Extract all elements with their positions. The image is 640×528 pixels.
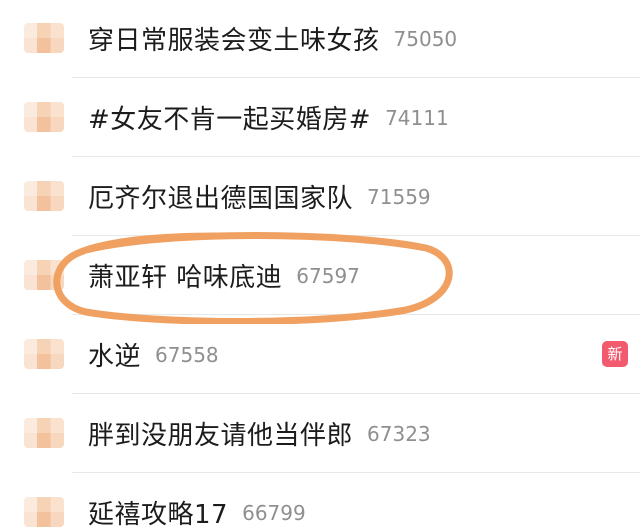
list-item-title-line: 胖到没朋友请他当伴郎 67323 xyxy=(88,394,431,473)
topic-count: 71559 xyxy=(367,184,431,209)
list-item[interactable]: 穿日常服装会变土味女孩 75050 xyxy=(0,0,640,78)
topic-count: 66799 xyxy=(242,500,306,525)
topic-count: 67558 xyxy=(155,342,219,367)
list-item[interactable]: 胖到没朋友请他当伴郎 67323 xyxy=(0,394,640,473)
topic-title[interactable]: 胖到没朋友请他当伴郎 xyxy=(88,415,353,452)
topic-count: 67597 xyxy=(296,263,360,288)
topic-title[interactable]: #女友不肯一起买婚房# xyxy=(88,99,371,136)
topic-title[interactable]: 水逆 xyxy=(88,336,141,373)
list-item[interactable]: #女友不肯一起买婚房# 74111 xyxy=(0,78,640,157)
list-item[interactable]: 延禧攻略17 66799 xyxy=(0,473,640,528)
rank-icon xyxy=(24,260,64,290)
rank-icon xyxy=(24,23,64,53)
hot-search-list: 穿日常服装会变土味女孩 75050 #女友不肯一起买婚房# 74111 厄齐尔退… xyxy=(0,0,640,528)
topic-title[interactable]: 萧亚轩 哈味底迪 xyxy=(88,257,282,294)
list-item-title-line: 萧亚轩 哈味底迪 67597 xyxy=(88,236,360,315)
list-item-title-line: 厄齐尔退出德国国家队 71559 xyxy=(88,157,431,236)
list-item-title-line: 水逆 67558 xyxy=(88,315,219,394)
list-item-title-line: 延禧攻略17 66799 xyxy=(88,473,306,528)
topic-count: 67323 xyxy=(367,421,431,446)
rank-icon xyxy=(24,102,64,132)
topic-title[interactable]: 延禧攻略17 xyxy=(88,494,228,528)
topic-count: 74111 xyxy=(385,105,449,130)
rank-icon xyxy=(24,497,64,527)
list-item-highlighted[interactable]: 萧亚轩 哈味底迪 67597 xyxy=(0,236,640,315)
topic-title[interactable]: 穿日常服装会变土味女孩 xyxy=(88,20,380,57)
list-item-title-line: 穿日常服装会变土味女孩 75050 xyxy=(88,0,457,78)
list-item[interactable]: 厄齐尔退出德国国家队 71559 xyxy=(0,157,640,236)
topic-count: 75050 xyxy=(393,26,458,51)
list-item-title-line: #女友不肯一起买婚房# 74111 xyxy=(88,78,449,157)
rank-icon xyxy=(24,339,64,369)
topic-title[interactable]: 厄齐尔退出德国国家队 xyxy=(88,178,353,215)
rank-icon xyxy=(24,181,64,211)
list-item[interactable]: 水逆 67558 新 xyxy=(0,315,640,394)
rank-icon xyxy=(24,418,64,448)
new-badge: 新 xyxy=(602,341,628,367)
